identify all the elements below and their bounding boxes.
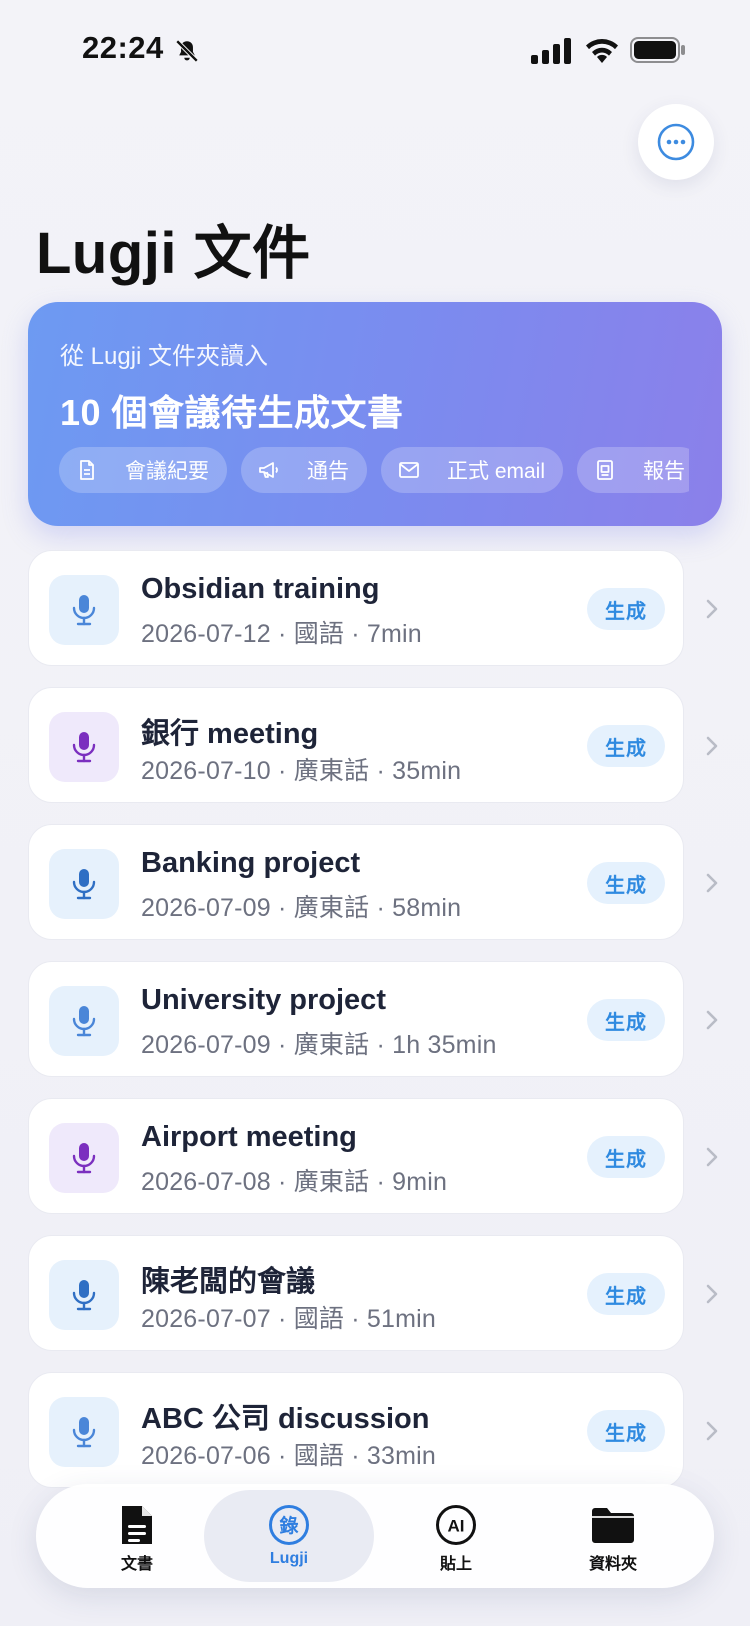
report-icon	[597, 460, 613, 480]
hero-title: 10 個會議待生成文書	[60, 392, 404, 433]
chevron-right-icon[interactable]	[701, 595, 721, 623]
meeting-row[interactable]: Banking project 2026-07-09 · 廣東話 · 58min…	[28, 824, 718, 940]
meeting-title: ABC 公司 discussion	[141, 1403, 430, 1435]
tab-folder[interactable]: 資料夾	[528, 1484, 698, 1588]
meeting-title: Obsidian training	[141, 573, 380, 605]
status-bar: 22:24	[0, 0, 750, 100]
mic-badge	[49, 849, 119, 919]
chip-label: 正式 email	[447, 460, 546, 483]
meeting-meta: 2026-07-08 · 廣東話 · 9min	[141, 1168, 448, 1196]
generate-button[interactable]: 生成	[587, 999, 665, 1041]
meeting-meta: 2026-07-09 · 廣東話 · 1h 35min	[141, 1031, 497, 1059]
meeting-row[interactable]: Airport meeting 2026-07-08 · 廣東話 · 9min …	[28, 1098, 718, 1214]
chip-report[interactable]: 報告	[577, 447, 689, 493]
mic-badge	[49, 986, 119, 1056]
generate-button[interactable]: 生成	[587, 725, 665, 767]
meeting-meta: 2026-07-06 · 國語 · 33min	[141, 1442, 437, 1470]
meeting-meta: 2026-07-07 · 國語 · 51min	[141, 1305, 437, 1333]
envelope-icon	[399, 462, 419, 478]
chevron-right-icon[interactable]	[701, 1280, 721, 1308]
ai-icon: AI	[433, 1502, 479, 1548]
more-horizontal-icon	[657, 123, 695, 161]
microphone-icon	[72, 869, 96, 900]
hero-subtitle: 從 Lugji 文件夾讀入	[60, 343, 269, 370]
page-title: Lugji 文件	[36, 221, 311, 286]
chip-label: 報告	[643, 460, 686, 483]
microphone-icon	[72, 1280, 96, 1311]
mic-badge	[49, 1123, 119, 1193]
mic-badge	[49, 1397, 119, 1467]
meeting-meta: 2026-07-12 · 國語 · 7min	[141, 620, 422, 648]
chevron-right-icon[interactable]	[701, 732, 721, 760]
lugji-record-icon: 錄	[266, 1502, 312, 1548]
document-icon	[80, 460, 94, 480]
chevron-right-icon[interactable]	[701, 1417, 721, 1445]
pending-meetings-card[interactable]: 從 Lugji 文件夾讀入 10 個會議待生成文書 會議紀要 通告 正式 ema…	[28, 302, 722, 526]
microphone-icon	[72, 1143, 96, 1174]
folder-icon	[590, 1502, 636, 1548]
chip-meeting-minutes[interactable]: 會議紀要	[59, 447, 227, 493]
svg-text:AI: AI	[448, 1517, 465, 1536]
mic-badge	[49, 1260, 119, 1330]
meeting-title: Airport meeting	[141, 1121, 357, 1153]
tab-label: 資料夾	[588, 1556, 637, 1573]
meeting-meta: 2026-07-09 · 廣東話 · 58min	[141, 894, 462, 922]
microphone-icon	[72, 732, 96, 763]
tab-label: 文書	[120, 1556, 153, 1573]
bottom-tab-bar: 文書 錄 Lugji AI 貼上 資料夾	[36, 1484, 714, 1588]
meeting-title: 銀行 meeting	[141, 718, 319, 750]
chip-label: 通告	[307, 460, 349, 483]
meeting-meta: 2026-07-10 · 廣東話 · 35min	[141, 757, 462, 785]
generate-button[interactable]: 生成	[587, 862, 665, 904]
tab-paste[interactable]: AI 貼上	[371, 1484, 541, 1588]
microphone-icon	[72, 1006, 96, 1037]
chevron-right-icon[interactable]	[701, 869, 721, 897]
microphone-icon	[72, 595, 96, 626]
meeting-row[interactable]: Obsidian training 2026-07-12 · 國語 · 7min…	[28, 550, 718, 666]
svg-text:錄: 錄	[279, 1514, 298, 1537]
battery-icon	[630, 37, 685, 63]
bell-muted-icon	[175, 39, 199, 63]
chevron-right-icon[interactable]	[701, 1143, 721, 1171]
meeting-row[interactable]: University project 2026-07-09 · 廣東話 · 1h…	[28, 961, 718, 1077]
tab-documents[interactable]: 文書	[52, 1484, 222, 1588]
generate-button[interactable]: 生成	[587, 1410, 665, 1452]
meeting-row[interactable]: 銀行 meeting 2026-07-10 · 廣東話 · 35min 生成	[28, 687, 718, 803]
generate-button[interactable]: 生成	[587, 1136, 665, 1178]
tab-label: 貼上	[439, 1556, 472, 1573]
cellular-signal-icon	[531, 38, 571, 64]
wifi-icon	[586, 39, 618, 63]
chip-formal-email[interactable]: 正式 email	[381, 447, 564, 493]
chip-label: 會議紀要	[125, 460, 209, 483]
document-type-chips: 會議紀要 通告 正式 email 報告	[59, 447, 689, 495]
chip-announcement[interactable]: 通告	[241, 447, 367, 493]
mic-badge	[49, 575, 119, 645]
meeting-row[interactable]: ABC 公司 discussion 2026-07-06 · 國語 · 33mi…	[28, 1372, 718, 1488]
document-icon	[114, 1502, 160, 1548]
more-options-button[interactable]	[638, 104, 714, 180]
meeting-title: University project	[141, 984, 386, 1016]
megaphone-icon	[259, 462, 278, 478]
meeting-title: 陳老闆的會議	[141, 1266, 316, 1298]
chevron-right-icon[interactable]	[701, 1006, 721, 1034]
status-time: 22:24	[82, 30, 164, 65]
tab-label: Lugji	[269, 1550, 309, 1567]
meeting-title: Banking project	[141, 847, 361, 879]
meeting-row[interactable]: 陳老闆的會議 2026-07-07 · 國語 · 51min 生成	[28, 1235, 718, 1351]
generate-button[interactable]: 生成	[587, 1273, 665, 1315]
microphone-icon	[72, 1417, 96, 1448]
generate-button[interactable]: 生成	[587, 588, 665, 630]
tab-lugji[interactable]: 錄 Lugji	[204, 1490, 374, 1582]
mic-badge	[49, 712, 119, 782]
